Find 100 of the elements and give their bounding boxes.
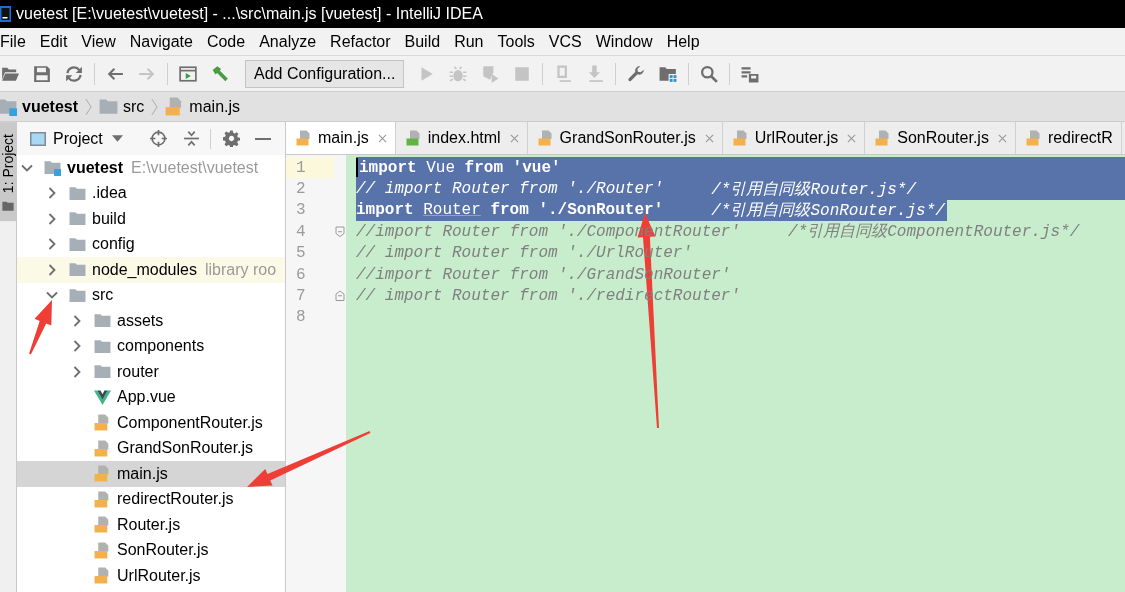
tree-item[interactable]: assets xyxy=(17,308,285,334)
close-icon[interactable] xyxy=(509,133,519,143)
breadcrumb-item[interactable]: main.js xyxy=(165,97,241,116)
tree-item[interactable]: .idea xyxy=(17,180,285,206)
tool-window-tab[interactable]: 1: Project xyxy=(0,122,16,222)
code-keyword: import xyxy=(359,158,417,177)
chevron-icon[interactable] xyxy=(46,263,58,276)
v-logo-icon xyxy=(94,388,111,406)
chevron-icon[interactable] xyxy=(71,365,83,378)
layout-icon[interactable] xyxy=(741,64,760,83)
menu-item[interactable]: Refactor xyxy=(323,28,398,55)
chevron-icon[interactable] xyxy=(46,212,58,225)
window-play-icon[interactable] xyxy=(179,64,197,83)
tree-item[interactable]: ComponentRouter.js xyxy=(17,410,285,436)
line-number: 6 xyxy=(295,264,307,286)
code-comment: // import Router from './Router' xyxy=(356,180,664,199)
chevron-icon[interactable] xyxy=(71,340,83,353)
tree-item[interactable]: GrandSonRouter.js xyxy=(17,435,285,461)
file-icon xyxy=(94,439,111,457)
run-configuration-dropdown[interactable]: Add Configuration... xyxy=(245,59,405,88)
tree-item[interactable]: build xyxy=(17,206,285,232)
folder-icon xyxy=(2,200,14,213)
wrench-icon[interactable] xyxy=(627,64,646,83)
tree-item[interactable]: src xyxy=(17,282,285,308)
file-icon xyxy=(537,130,554,146)
tree-item[interactable]: UrlRouter.js xyxy=(17,563,285,589)
menu-item[interactable]: Window xyxy=(588,28,660,55)
folder-icon xyxy=(69,184,86,202)
minimize-icon[interactable] xyxy=(254,137,271,140)
chevron-icon[interactable] xyxy=(46,238,58,251)
sync-icon[interactable] xyxy=(65,64,83,83)
line-number: 5 xyxy=(295,243,307,264)
collapse-icon[interactable] xyxy=(182,130,200,147)
close-icon[interactable] xyxy=(997,133,1007,143)
menu-item[interactable]: Tools xyxy=(490,28,542,55)
folder-icon xyxy=(94,337,111,355)
tree-item[interactable]: redirectRouter.js xyxy=(17,486,285,512)
app-icon xyxy=(0,6,11,22)
close-icon[interactable] xyxy=(704,133,714,143)
menu-item[interactable]: Edit xyxy=(32,28,75,55)
menu-item[interactable]: Code xyxy=(199,28,253,55)
line-number: 2 xyxy=(295,179,307,200)
folder-icon xyxy=(94,363,111,381)
menu-item[interactable]: Analyze xyxy=(252,28,324,55)
code-keyword: from xyxy=(490,201,529,220)
view-selector[interactable]: Project xyxy=(30,129,123,148)
hammer-icon[interactable] xyxy=(211,64,229,83)
menu-item[interactable]: File xyxy=(0,28,33,55)
chevron-icon[interactable] xyxy=(71,314,83,327)
menu-item[interactable]: Run xyxy=(447,28,491,55)
breadcrumb-item[interactable]: vuetest xyxy=(0,97,79,116)
tree-item[interactable]: vuetest E:\vuetest\vuetest xyxy=(17,155,285,181)
line-number: 4 xyxy=(295,221,307,243)
tree-item[interactable]: node_modules library roo xyxy=(17,257,285,283)
menu-item[interactable]: Build xyxy=(397,28,448,55)
tree-item[interactable]: Router.js xyxy=(17,512,285,538)
code-identifier: Vue xyxy=(426,158,455,177)
menu-item[interactable]: VCS xyxy=(541,28,589,55)
file-icon xyxy=(94,567,111,585)
settings-icon[interactable] xyxy=(222,130,240,147)
window-icon xyxy=(30,130,46,147)
code-keyword: import xyxy=(356,201,414,220)
folder-icon xyxy=(69,261,86,279)
tree-item[interactable]: main.js xyxy=(17,461,285,487)
folder-icon xyxy=(69,286,86,304)
editor-tab[interactable]: main.js xyxy=(286,122,396,154)
path-hint: library roo xyxy=(204,260,277,279)
tree-item[interactable]: SonRouter.js xyxy=(17,537,285,563)
close-icon[interactable] xyxy=(377,133,387,143)
fold-marker-icon[interactable] xyxy=(335,226,345,238)
chevron-icon[interactable] xyxy=(46,187,58,200)
breadcrumb-item[interactable]: src xyxy=(99,97,145,116)
folder-grid-icon[interactable] xyxy=(659,64,678,83)
window-title: vuetest [E:\vuetest\vuetest] - ...\src\main.js [vuetest] - IntelliJ IDEA xyxy=(16,5,483,23)
chevron-icon xyxy=(85,96,93,117)
tree-item[interactable]: App.vue xyxy=(17,384,285,410)
fold-marker-icon[interactable] xyxy=(335,290,345,302)
save-icon[interactable] xyxy=(33,64,51,83)
folder-icon xyxy=(94,312,111,330)
crosshair-icon[interactable] xyxy=(149,130,167,147)
search-icon[interactable] xyxy=(700,64,719,83)
tree-item[interactable]: components xyxy=(17,333,285,359)
file-icon xyxy=(732,130,749,146)
module-folder-icon xyxy=(44,159,61,177)
tree-item[interactable]: router xyxy=(17,359,285,385)
file-icon xyxy=(94,465,111,483)
annotation-arrow xyxy=(29,300,52,355)
folder-icon xyxy=(99,97,119,116)
menu-item[interactable]: Help xyxy=(659,28,707,55)
menu-item[interactable]: Navigate xyxy=(122,28,200,55)
file-icon xyxy=(875,130,892,146)
code-comment: /*引用自同级ComponentRouter.js*/ xyxy=(788,222,1080,243)
text-caret xyxy=(356,158,358,178)
path-hint: E:\vuetest\vuetest xyxy=(131,158,259,177)
tree-item[interactable]: config xyxy=(17,231,285,257)
menu-item[interactable]: View xyxy=(74,28,123,55)
file-icon xyxy=(296,130,312,146)
code-comment: /*引用自同级SonRouter.js*/ xyxy=(711,200,945,221)
close-icon[interactable] xyxy=(847,133,857,143)
code-keyword: from xyxy=(464,158,503,177)
